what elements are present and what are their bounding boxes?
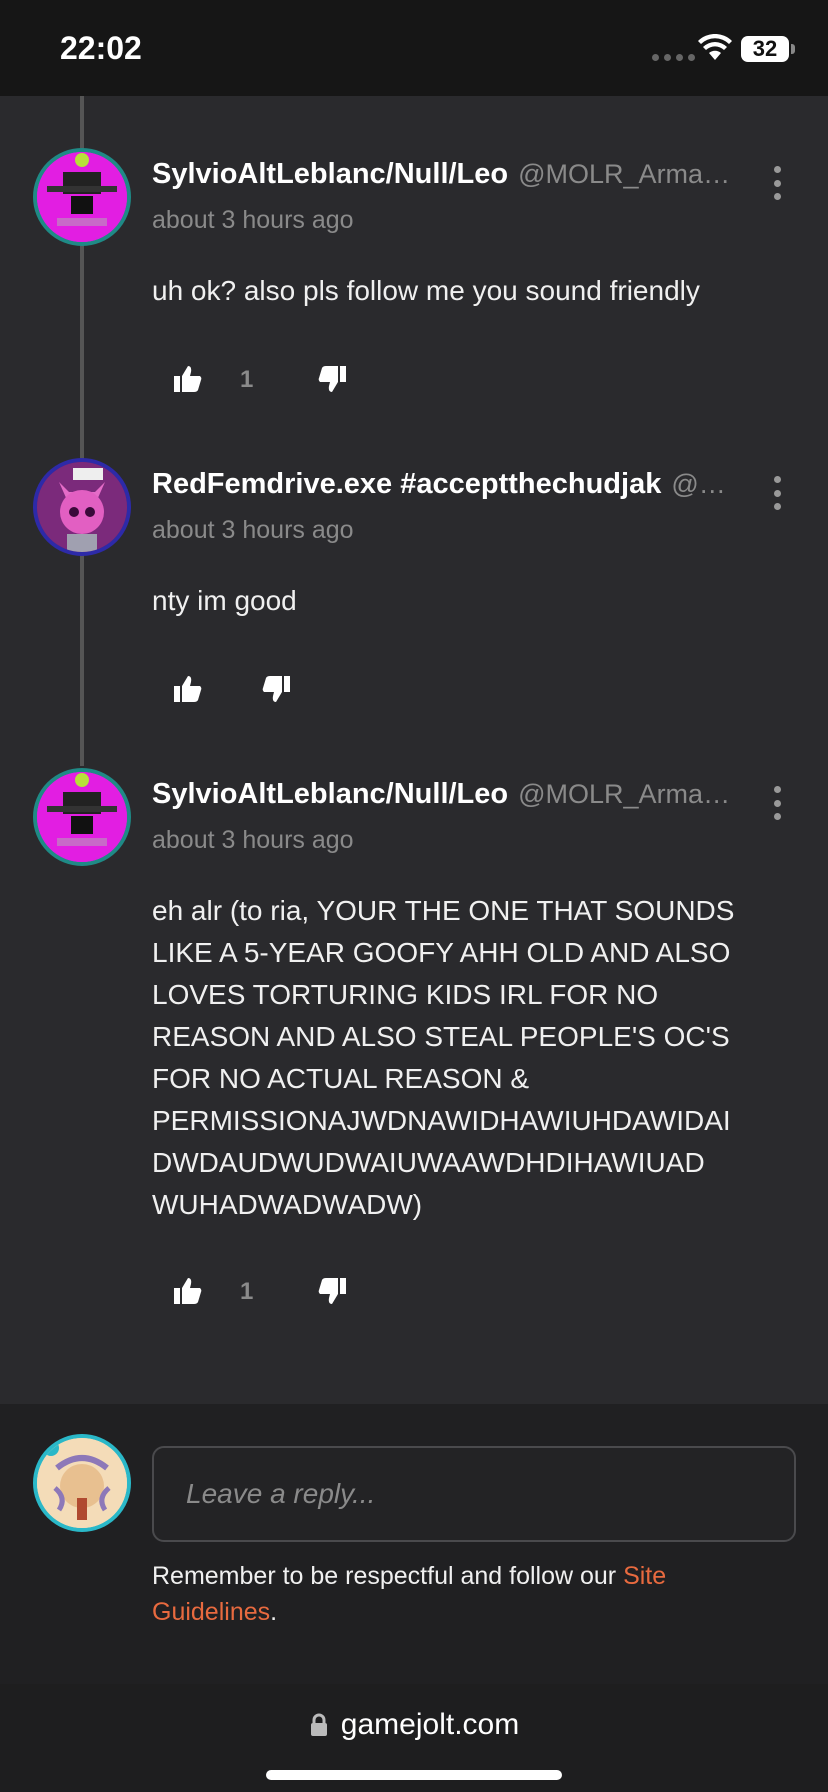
avatar[interactable] — [33, 148, 131, 246]
author-handle[interactable]: @MOLR_Arma2... — [518, 779, 732, 810]
like-button[interactable] — [168, 1271, 208, 1311]
dislike-button[interactable] — [256, 669, 296, 709]
more-icon[interactable] — [770, 786, 784, 820]
timestamp[interactable]: about 3 hours ago — [152, 826, 354, 855]
thumbs-down-icon — [262, 676, 290, 702]
url-text: gamejolt.com — [340, 1708, 520, 1741]
battery-icon: 32 — [741, 36, 789, 62]
browser-bottom-bar: gamejolt.com — [0, 1684, 828, 1792]
like-button[interactable] — [168, 669, 208, 709]
like-count: 1 — [240, 366, 254, 393]
thumbs-up-icon — [174, 676, 202, 702]
author-name[interactable]: SylvioAltLeblanc/Null/Leo — [152, 158, 508, 191]
author-row: SylvioAltLeblanc/Null/Leo @MOLR_Arma2... — [152, 778, 732, 811]
thumbs-down-icon — [318, 1278, 346, 1304]
comment-text-line: PERMISSIONAJWDNAWIDHAWIUHDAWIDAI — [152, 1105, 731, 1136]
status-time: 22:02 — [60, 30, 142, 66]
reply-guidelines-note: Remember to be respectful and follow our… — [152, 1558, 752, 1630]
avatar[interactable] — [33, 458, 131, 556]
battery-tip — [791, 44, 795, 54]
author-handle[interactable]: @R... — [671, 469, 732, 500]
dislike-button[interactable] — [312, 1271, 352, 1311]
avatar[interactable] — [33, 768, 131, 866]
comment-text: uh ok? also pls follow me you sound frie… — [152, 275, 700, 306]
author-row: SylvioAltLeblanc/Null/Leo @MOLR_Arma2... — [152, 158, 732, 191]
avatar-image — [37, 462, 127, 552]
address-bar[interactable]: gamejolt.com — [0, 1708, 828, 1742]
lock-icon — [310, 1713, 327, 1736]
author-name[interactable]: SylvioAltLeblanc/Null/Leo — [152, 778, 508, 811]
avatar-image — [37, 1438, 127, 1528]
home-indicator[interactable] — [266, 1770, 562, 1780]
comment-text-line: REASON AND ALSO STEAL PEOPLE'S OC'S — [152, 1021, 730, 1052]
like-count: 1 — [240, 1278, 254, 1305]
comment-text-line: DWDAUDWUDWAIUWAAWDHDIHAWIUAD — [152, 1147, 705, 1178]
avatar-image — [37, 152, 127, 242]
reply-input[interactable]: Leave a reply... — [152, 1446, 796, 1542]
wifi-icon — [698, 34, 732, 60]
comment-text-line: eh alr (to ria, YOUR THE ONE THAT SOUNDS — [152, 895, 735, 926]
reply-area: Leave a reply... Remember to be respectf… — [0, 1404, 828, 1684]
reply-note-text: Remember to be respectful and follow our — [152, 1562, 624, 1590]
status-bar: 22:02 32 — [0, 0, 828, 96]
comment-text: eh alr (to ria, YOUR THE ONE THAT SOUNDS… — [152, 890, 792, 1226]
comment-text-line: LIKE A 5-YEAR GOOFY AHH OLD AND ALSO — [152, 937, 731, 968]
comment-text-line: LOVES TORTURING KIDS IRL FOR NO — [152, 979, 659, 1010]
comment-text-line: WUHADWADWADW) — [152, 1189, 423, 1220]
author-name[interactable]: RedFemdrive.exe #acceptthechudjak — [152, 468, 661, 501]
thumbs-up-icon — [174, 366, 202, 392]
like-button[interactable] — [168, 359, 208, 399]
author-handle[interactable]: @MOLR_Arma2... — [518, 159, 732, 190]
thumbs-down-icon — [318, 366, 346, 392]
comment-text-line: FOR NO ACTUAL REASON & — [152, 1063, 530, 1094]
signal-icon — [652, 54, 695, 61]
more-icon[interactable] — [770, 166, 784, 200]
thumbs-up-icon — [174, 1278, 202, 1304]
author-row: RedFemdrive.exe #acceptthechudjak @R... — [152, 468, 732, 501]
comment-thread: SylvioAltLeblanc/Null/Leo @MOLR_Arma2...… — [0, 96, 828, 1404]
avatar-image — [37, 772, 127, 862]
reply-note-suffix: . — [270, 1598, 278, 1626]
timestamp[interactable]: about 3 hours ago — [152, 206, 354, 235]
more-icon[interactable] — [770, 476, 784, 510]
current-user-avatar[interactable] — [33, 1434, 131, 1532]
comment-text: nty im good — [152, 585, 297, 616]
dislike-button[interactable] — [312, 359, 352, 399]
timestamp[interactable]: about 3 hours ago — [152, 516, 354, 545]
